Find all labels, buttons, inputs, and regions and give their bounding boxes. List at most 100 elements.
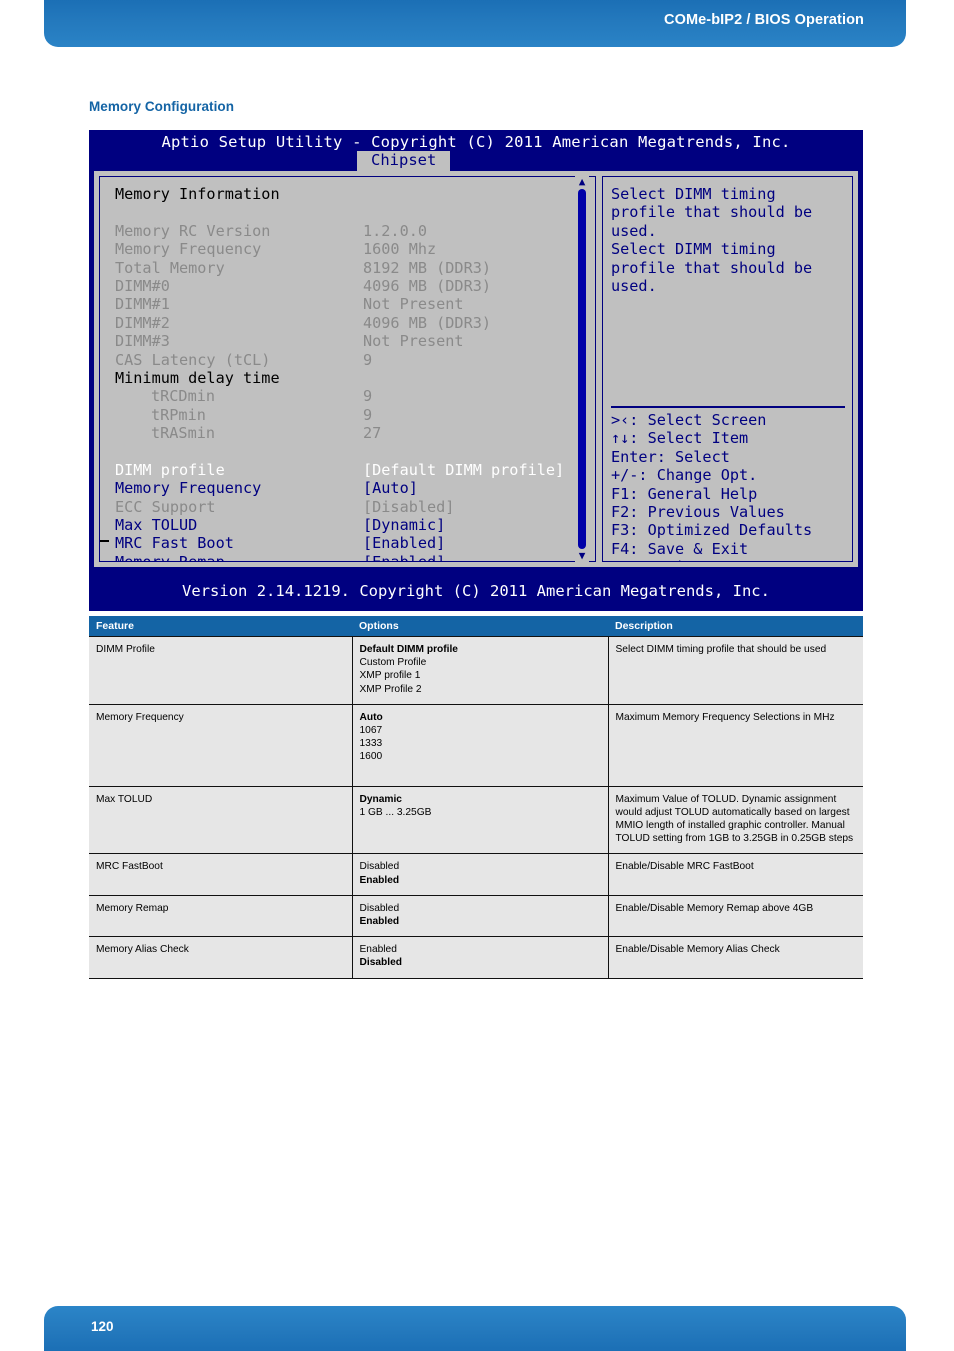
setting-row-ecc-support: ECC Support [Disabled]	[115, 498, 575, 516]
info-row-dimm1: DIMM#1 Not Present	[115, 295, 575, 313]
help-divider	[611, 406, 845, 408]
info-row-memory-rc-version: Memory RC Version 1.2.0.0	[115, 222, 575, 240]
cell-options: Disabled Enabled	[351, 853, 608, 896]
bios-tab-chipset[interactable]: Chipset	[357, 151, 451, 171]
info-label: DIMM#2	[115, 313, 170, 332]
cell-options: Enabled Disabled	[351, 936, 608, 979]
table-row: Max TOLUD Dynamic 1 GB ... 3.25GB Maximu…	[89, 785, 863, 854]
setting-label: Memory Frequency	[115, 479, 262, 498]
bios-help-panel: Select DIMM timing profile that should b…	[602, 176, 853, 562]
info-row-dimm0: DIMM#0 4096 MB (DDR3)	[115, 277, 575, 295]
option-item: Dynamic	[359, 793, 402, 805]
setting-label: DIMM profile	[115, 460, 225, 479]
minimum-delay-time-heading: Minimum delay time	[115, 369, 575, 387]
bios-key-legend: >‹: Select Screen ↑↓: Select Item Enter:…	[611, 411, 813, 561]
info-value: 1.2.0.0	[363, 221, 428, 240]
option-item: Default DIMM profile	[359, 644, 458, 655]
info-label: DIMM#0	[115, 276, 170, 295]
cell-description: Select DIMM timing profile that should b…	[607, 636, 863, 705]
info-label: tRPmin	[151, 405, 206, 424]
option-item: Enabled	[359, 944, 397, 956]
bios-left-panel: Memory Information Memory RC Version 1.2…	[99, 176, 596, 562]
page-header-band: COMe-bIP2 / BIOS Operation	[44, 0, 906, 47]
table-row: Memory Frequency Auto 1067 1333 1600 Max…	[89, 703, 863, 787]
mouse-cursor-mark	[100, 530, 109, 542]
setting-value: [Enabled]	[363, 552, 446, 562]
cell-feature: MRC FastBoot	[89, 853, 352, 896]
bios-title-text: Aptio Setup Utility - Copyright (C) 2011…	[161, 133, 791, 151]
option-item: 1600	[359, 751, 383, 763]
info-row-dimm3: DIMM#3 Not Present	[115, 332, 575, 350]
option-item: Auto	[359, 711, 383, 723]
scrollbar-thumb[interactable]	[578, 189, 586, 549]
info-row-memory-frequency: Memory Frequency 1600 Mhz	[115, 240, 575, 258]
scroll-up-arrow-icon[interactable]: ▲	[577, 176, 587, 187]
table-header-row: Feature Options Description	[89, 616, 863, 637]
bios-help-text: Select DIMM timing profile that should b…	[611, 185, 813, 296]
bios-version-text: Version 2.14.1219. Copyright (C) 2011 Am…	[182, 582, 770, 600]
option-item: 1333	[359, 738, 383, 750]
setting-label: Memory Remap	[115, 552, 225, 562]
cell-options: Auto 1067 1333 1600	[351, 703, 608, 787]
option-item: XMP profile 1	[359, 670, 421, 682]
option-item: Disabled	[359, 861, 400, 873]
cell-feature: Max TOLUD	[89, 785, 352, 854]
scroll-down-arrow-icon[interactable]: ▼	[577, 550, 587, 561]
info-row-trpmin: tRPmin 9	[115, 406, 575, 424]
page-number: 120	[91, 1319, 114, 1334]
setting-row-max-tolud[interactable]: Max TOLUD [Dynamic]	[115, 516, 575, 534]
bios-titlebar: Aptio Setup Utility - Copyright (C) 2011…	[89, 130, 863, 156]
info-label: Memory Frequency	[115, 240, 262, 259]
setting-row-memory-remap[interactable]: Memory Remap [Enabled]	[115, 552, 575, 562]
option-item: Enabled	[359, 916, 400, 928]
cell-description: Maximum Value of TOLUD. Dynamic assignme…	[607, 785, 863, 854]
setting-row-memory-frequency[interactable]: Memory Frequency [Auto]	[115, 479, 575, 497]
page-footer-band: 120	[44, 1306, 906, 1351]
column-header-feature: Feature	[89, 616, 352, 637]
memory-information-heading: Memory Information	[115, 185, 575, 203]
info-value: 8192 MB (DDR3)	[363, 258, 492, 277]
minimum-delay-time-label: Minimum delay time	[115, 368, 280, 387]
page-header-title: COMe-bIP2 / BIOS Operation	[664, 12, 864, 28]
bios-item-list: Memory Information Memory RC Version 1.2…	[115, 185, 575, 562]
bios-screenshot: Aptio Setup Utility - Copyright (C) 2011…	[89, 130, 863, 611]
setting-value: [Default DIMM profile]	[363, 460, 565, 479]
cell-options: Dynamic 1 GB ... 3.25GB	[351, 785, 608, 854]
info-value: Not Present	[363, 332, 464, 351]
setting-value: [Enabled]	[363, 534, 446, 553]
cell-feature: Memory Alias Check	[89, 936, 352, 979]
info-value: 4096 MB (DDR3)	[363, 276, 492, 295]
section-heading: Memory Configuration	[89, 99, 234, 114]
info-label: DIMM#1	[115, 295, 170, 314]
setting-row-dimm-profile[interactable]: DIMM profile [Default DIMM profile]	[115, 461, 575, 479]
info-value: 9	[363, 350, 373, 369]
bios-scrollbar[interactable]: ▲ ▼	[575, 176, 589, 562]
info-row-trasmin: tRASmin 27	[115, 424, 575, 442]
table-row: Memory Alias Check Enabled Disabled Enab…	[89, 936, 863, 979]
table-row: MRC FastBoot Disabled Enabled Enable/Dis…	[89, 853, 863, 896]
setting-label: ECC Support	[115, 497, 216, 516]
setting-value: [Disabled]	[363, 497, 455, 516]
option-item: 1 GB ... 3.25GB	[359, 806, 432, 818]
info-label: Total Memory	[115, 258, 225, 277]
cell-description: Enable/Disable Memory Alias Check	[607, 936, 863, 979]
table-row: Memory Remap Disabled Enabled Enable/Dis…	[89, 894, 863, 937]
info-label: tRCDmin	[151, 387, 216, 406]
info-label: CAS Latency (tCL)	[115, 350, 271, 369]
setting-row-mrc-fast-boot[interactable]: MRC Fast Boot [Enabled]	[115, 534, 575, 552]
info-row-trcdmin: tRCDmin 9	[115, 387, 575, 405]
column-header-description: Description	[608, 616, 863, 637]
cell-options: Default DIMM profile Custom Profile XMP …	[351, 636, 608, 705]
info-value: 9	[363, 387, 373, 406]
option-item: Disabled	[359, 902, 400, 914]
cell-feature: Memory Frequency	[89, 703, 352, 787]
option-item: Disabled	[359, 957, 402, 969]
option-item: Custom Profile	[359, 657, 427, 669]
bios-footer-bar: Version 2.14.1219. Copyright (C) 2011 Am…	[89, 575, 863, 611]
setting-value: [Auto]	[363, 479, 418, 498]
cell-options: Disabled Enabled	[351, 894, 608, 937]
info-row-dimm2: DIMM#2 4096 MB (DDR3)	[115, 314, 575, 332]
cell-description: Enable/Disable Memory Remap above 4GB	[607, 894, 863, 937]
info-label: Memory RC Version	[115, 221, 271, 240]
